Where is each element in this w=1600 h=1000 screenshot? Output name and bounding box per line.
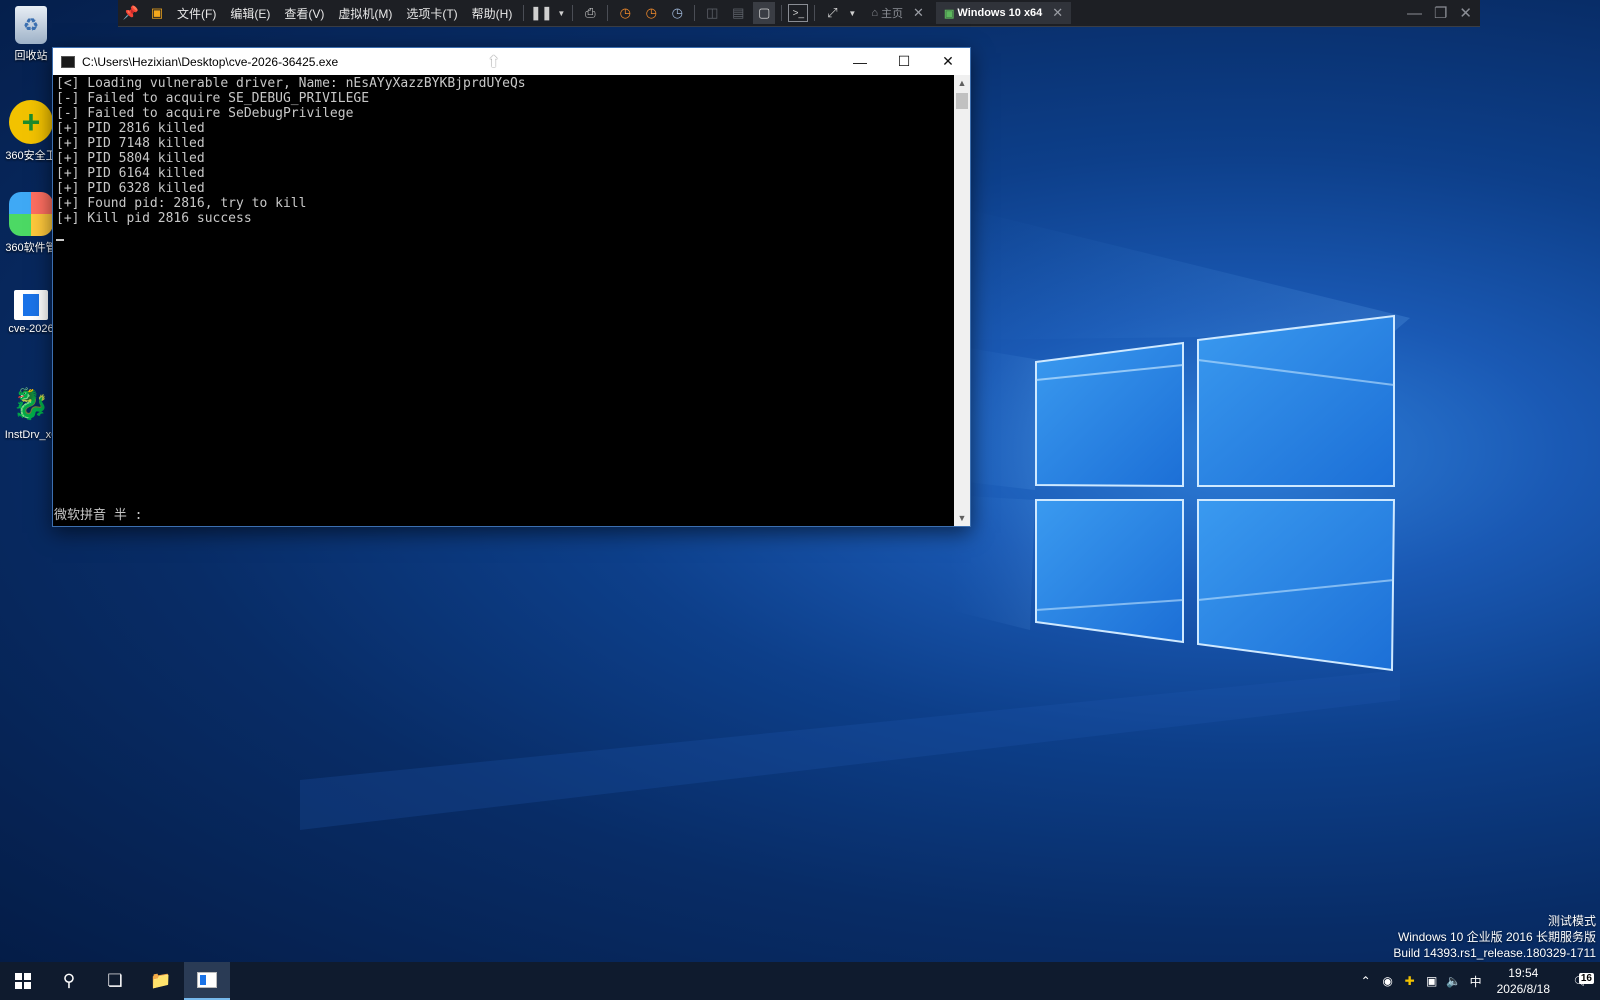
windows-logo-wallpaper [1035, 314, 1396, 672]
windows-start-icon [15, 973, 31, 989]
scroll-thumb[interactable] [956, 93, 968, 109]
record-icon[interactable]: ◉ [1377, 974, 1399, 988]
clock[interactable]: 19:54 2026/8/18 [1487, 965, 1560, 997]
vm-icon: ▣ [943, 7, 955, 20]
vmware-logo-icon[interactable]: ▣ [146, 2, 168, 24]
ime-status: 微软拼音 半 : [54, 508, 143, 523]
console-app-icon [61, 55, 75, 68]
console-app-icon [197, 972, 217, 988]
menu-tabs[interactable]: 选项卡(T) [399, 5, 464, 22]
menu-file[interactable]: 文件(F) [170, 5, 223, 22]
minimize-button[interactable]: — [838, 48, 882, 75]
restore-icon[interactable]: ❐ [1434, 4, 1447, 22]
file-explorer-button[interactable]: 📁 [138, 962, 184, 1000]
tab-windows-10-x64[interactable]: ▣ Windows 10 x64 ✕ [935, 2, 1072, 24]
thumbnail-view-icon[interactable]: ▤ [727, 2, 749, 24]
action-center-button[interactable]: 🗨 16 [1560, 973, 1600, 988]
vmware-toolbar: 📌 ▣ 文件(F) 编辑(E) 查看(V) 虚拟机(M) 选项卡(T) 帮助(H… [118, 0, 1480, 27]
console-titlebar[interactable]: C:\Users\Hezixian\Desktop\cve-2026-36425… [53, 48, 970, 75]
test-mode-watermark: 测试模式 Windows 10 企业版 2016 长期服务版 Build 143… [1393, 914, 1596, 960]
stretch-icon[interactable]: ⤢ [821, 2, 843, 24]
system-tray: ⌃ ◉ ✚ ▣ 🔈 中 19:54 2026/8/18 🗨 16 [1355, 962, 1600, 1000]
snapshot-manager-icon[interactable]: ◷ [666, 2, 688, 24]
menu-view[interactable]: 查看(V) [277, 5, 331, 22]
full-screen-icon[interactable]: ▢ [753, 2, 776, 24]
chevron-up-icon[interactable]: ⌃ [1355, 974, 1377, 988]
console-line: [+] PID 5804 killed [56, 151, 205, 166]
recycle-bin-icon: ♻ [15, 6, 47, 44]
notification-badge: 16 [1578, 973, 1594, 984]
network-icon[interactable]: ▣ [1421, 974, 1443, 988]
taskbar: ⚲ ❏ 📁 ⌃ ◉ ✚ ▣ 🔈 中 19:54 2026/8/18 🗨 16 [0, 962, 1600, 1000]
console-line: [+] Kill pid 2816 success [56, 211, 252, 226]
text-cursor [56, 239, 64, 241]
date: 2026/8/18 [1496, 982, 1550, 996]
360-software-manager-icon [9, 192, 53, 236]
console-view-icon[interactable]: >_ [788, 4, 809, 22]
chevron-down-icon[interactable]: ▼ [847, 2, 857, 24]
minimize-icon[interactable]: — [1407, 5, 1422, 22]
executable-icon [14, 290, 48, 320]
menu-vm[interactable]: 虚拟机(M) [331, 5, 399, 22]
toolbar-separator [523, 5, 525, 21]
task-view-icon: ❏ [107, 971, 123, 990]
send-keys-icon[interactable]: ⎙ [579, 2, 601, 24]
tab-home[interactable]: ⌂ 主页 ✕ [863, 2, 932, 24]
revert-snapshot-icon[interactable]: ◷ [640, 2, 662, 24]
folder-icon: 📁 [150, 971, 172, 990]
360-security-icon: + [9, 100, 53, 144]
ime-indicator[interactable]: 中 [1465, 973, 1487, 990]
time: 19:54 [1508, 966, 1539, 980]
console-line: [+] Found pid: 2816, try to kill [56, 196, 307, 211]
dragon-shield-icon: 🐉 [12, 387, 50, 421]
vertical-scrollbar[interactable]: ▲ ▼ [954, 75, 970, 526]
chevron-down-icon[interactable]: ▼ [556, 2, 566, 24]
pin-icon[interactable]: 📌 [120, 2, 142, 24]
console-output[interactable]: [<] Loading vulnerable driver, Name: nEs… [53, 75, 954, 526]
console-line: [+] PID 7148 killed [56, 136, 205, 151]
vmware-window-controls: — ❐ ✕ [1407, 0, 1480, 26]
pause-icon[interactable]: ❚❚ [530, 2, 552, 24]
close-icon[interactable]: ✕ [1459, 4, 1472, 22]
console-line: [+] PID 6328 killed [56, 181, 205, 196]
menu-edit[interactable]: 编辑(E) [223, 5, 277, 22]
menu-help[interactable]: 帮助(H) [465, 5, 520, 22]
search-button[interactable]: ⚲ [46, 962, 92, 1000]
console-line: [-] Failed to acquire SE_DEBUG_PRIVILEGE [56, 91, 370, 106]
close-button[interactable]: ✕ [926, 48, 970, 75]
close-icon[interactable]: ✕ [913, 5, 924, 21]
library-view-icon[interactable]: ◫ [701, 2, 723, 24]
maximize-button[interactable]: ☐ [882, 48, 926, 75]
scroll-down-icon[interactable]: ▼ [954, 510, 970, 526]
scroll-up-icon[interactable]: ▲ [954, 75, 970, 91]
console-line: [-] Failed to acquire SeDebugPrivilege [56, 106, 354, 121]
task-view-button[interactable]: ❏ [92, 962, 138, 1000]
console-line: [<] Loading vulnerable driver, Name: nEs… [56, 76, 526, 91]
home-icon: ⌂ [871, 7, 878, 19]
snapshot-icon[interactable]: ◷ [614, 2, 636, 24]
console-line: [+] PID 2816 killed [56, 121, 205, 136]
console-window: C:\Users\Hezixian\Desktop\cve-2026-36425… [52, 47, 971, 527]
start-button[interactable] [0, 962, 46, 1000]
console-taskbar-button[interactable] [184, 962, 230, 1000]
close-icon[interactable]: ✕ [1052, 5, 1063, 21]
console-line: [+] PID 6164 killed [56, 166, 205, 181]
search-icon: ⚲ [62, 971, 76, 990]
360-tray-icon[interactable]: ✚ [1399, 974, 1421, 988]
volume-icon[interactable]: 🔈 [1443, 974, 1465, 988]
mouse-cursor-icon: ⬆ [487, 54, 501, 71]
window-title: C:\Users\Hezixian\Desktop\cve-2026-36425… [82, 54, 339, 69]
